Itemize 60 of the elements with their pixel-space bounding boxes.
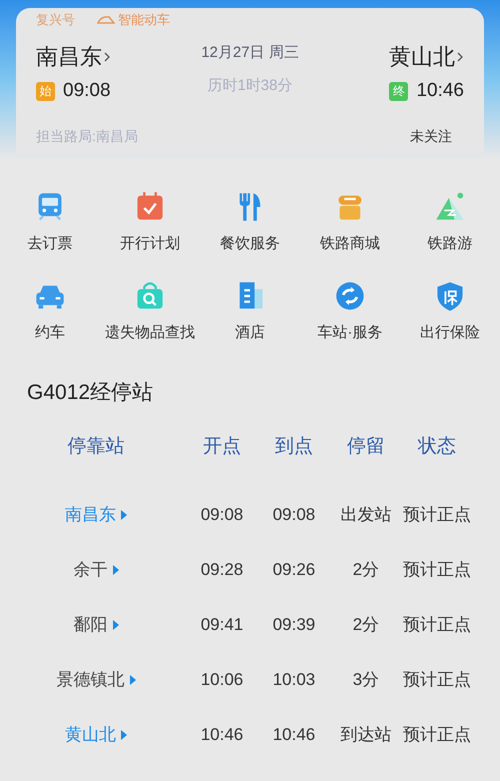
table-cell-text: 3分	[352, 669, 380, 692]
table-cell-text: 09:08	[200, 504, 244, 526]
triangle-icon	[112, 565, 118, 575]
chevron-icon	[456, 50, 464, 62]
column-header: 到点	[274, 435, 314, 460]
station-link[interactable]: 鄱阳	[74, 612, 108, 638]
train-icon	[97, 15, 115, 25]
travel-date: 12月27日 周三	[201, 43, 299, 63]
table-cell-text: 09:41	[200, 614, 244, 636]
service-label[interactable]: 餐饮服务	[220, 233, 280, 256]
triangle-icon	[121, 510, 127, 520]
chevron-icon	[104, 50, 111, 62]
table-cell-text: 预计正点	[402, 559, 472, 582]
table-cell-text: 2分	[352, 614, 380, 636]
service-label[interactable]: 铁路游	[428, 233, 472, 256]
triangle-icon	[121, 730, 127, 740]
arrival-station[interactable]: 黄山北	[388, 40, 455, 73]
table-cell-text: 预计正点	[402, 724, 472, 746]
table-cell-text: 10:06	[200, 669, 244, 692]
column-header: 停留	[346, 435, 386, 460]
table-cell-text: 09:08	[272, 504, 316, 526]
follow-button[interactable]: 未关注	[410, 126, 452, 146]
start-badge: 始	[36, 82, 55, 101]
train-type: 复兴号	[36, 11, 75, 30]
feature-label: 智能动车	[118, 11, 170, 30]
station-link[interactable]: 景德镇北	[56, 667, 124, 693]
service-label[interactable]: 开行计划	[120, 233, 180, 256]
table-cell-text: 预计正点	[402, 669, 472, 692]
departure-time: 09:08	[63, 79, 111, 103]
table-cell-text: 出发站	[340, 504, 392, 526]
service-label[interactable]: 约车	[35, 322, 65, 344]
table-cell-text: 10:03	[272, 669, 316, 692]
table-cell-text: 09:26	[272, 559, 316, 582]
table-cell-text: 到达站	[340, 724, 392, 746]
table-cell-text: 10:46	[200, 724, 244, 746]
service-label[interactable]: 酒店	[235, 322, 265, 344]
departure-station[interactable]: 南昌东	[36, 40, 102, 73]
service-label[interactable]: 去订票	[28, 233, 72, 256]
table-cell-text: 预计正点	[402, 504, 472, 526]
table-cell-text: 10:46	[272, 724, 316, 746]
triangle-icon	[130, 675, 136, 685]
refresh-icon[interactable]	[334, 280, 366, 312]
service-label[interactable]: 铁路商城	[320, 233, 380, 256]
arrival-time: 10:46	[416, 79, 464, 103]
column-header: 状态	[416, 435, 457, 460]
table-cell-text: 09:28	[200, 559, 244, 582]
service-label[interactable]: 车站·服务	[318, 322, 382, 344]
table-cell-text: 09:39	[272, 614, 316, 636]
column-header: 停靠站	[66, 435, 126, 460]
service-label[interactable]: 遗失物品查找	[105, 322, 195, 344]
service-label[interactable]: 出行保险	[420, 322, 480, 344]
column-header: 开点	[202, 435, 242, 460]
end-badge: 终	[389, 82, 408, 101]
table-cell-text: 预计正点	[402, 614, 472, 636]
section-title: G4012经停站	[27, 380, 154, 406]
station-link[interactable]: 余干	[74, 557, 108, 583]
bureau-label: 担当路局:南昌局	[36, 126, 138, 146]
duration: 历时1时38分	[207, 76, 292, 96]
triangle-icon	[112, 620, 118, 630]
table-cell-text: 2分	[352, 559, 380, 582]
